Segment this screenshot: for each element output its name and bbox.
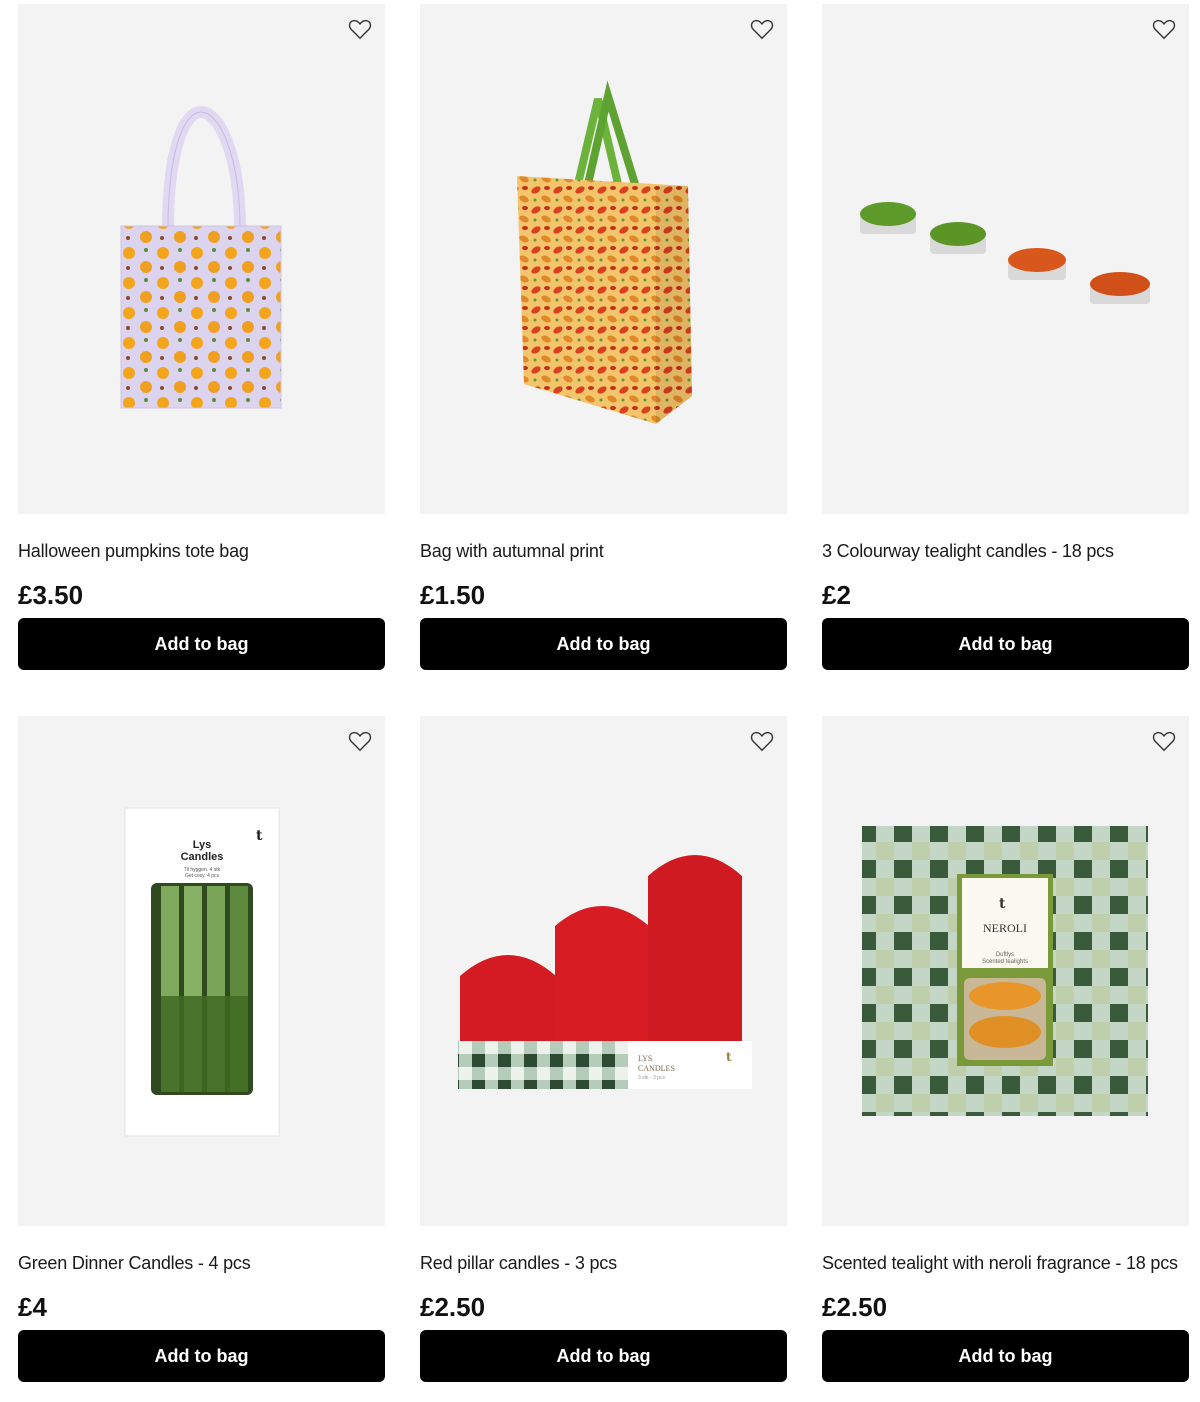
favorite-button[interactable] (1151, 728, 1177, 754)
add-to-bag-button[interactable]: Add to bag (822, 1330, 1189, 1382)
neroli-tealights-image: NEROLI Duftlys Scented tealights t (862, 826, 1148, 1116)
favorite-button[interactable] (749, 16, 775, 42)
add-to-bag-button[interactable]: Add to bag (18, 618, 385, 670)
product-card[interactable]: 3 Colourway tealight candles - 18 pcs £2… (822, 4, 1189, 670)
gift-bag-image (517, 80, 692, 424)
packaging-label: NEROLI (983, 921, 1027, 935)
product-price: £1.50 (420, 580, 486, 610)
product-title[interactable]: Red pillar candles - 3 pcs (420, 1252, 787, 1274)
heart-icon (1152, 731, 1176, 752)
product-card[interactable]: Bag with autumnal print £1.50 Add to bag (420, 4, 787, 670)
product-price: £4 (18, 1292, 47, 1322)
tealights-image (860, 202, 1150, 304)
product-card[interactable]: Halloween pumpkins tote bag £3.50 Add to… (18, 4, 385, 670)
add-to-bag-button[interactable]: Add to bag (822, 618, 1189, 670)
svg-text:t: t (726, 1050, 732, 1064)
heart-icon (1152, 19, 1176, 40)
svg-text:t: t (999, 896, 1006, 912)
product-image[interactable]: LYS CANDLES 3 stk - 3 pcs t (420, 716, 787, 1226)
product-image[interactable]: NEROLI Duftlys Scented tealights t (822, 716, 1189, 1226)
packaging-label: Get cosy. 4 pcs (185, 873, 220, 879)
tote-bag-image (120, 105, 282, 409)
product-image[interactable] (822, 4, 1189, 514)
packaging-label: Scented tealights (982, 959, 1028, 965)
product-grid: Halloween pumpkins tote bag £3.50 Add to… (18, 4, 1189, 1382)
product-image[interactable] (18, 4, 385, 514)
heart-icon (348, 731, 372, 752)
heart-icon (750, 19, 774, 40)
favorite-button[interactable] (1151, 16, 1177, 42)
product-card[interactable]: NEROLI Duftlys Scented tealights t Scent… (822, 716, 1189, 1382)
dinner-candles-image: Lys Candles Til hyggen. 4 stk Get cosy. … (124, 807, 280, 1137)
packaging-label: CANDLES (638, 1064, 675, 1073)
packaging-label: Lys (193, 839, 212, 851)
product-title[interactable]: 3 Colourway tealight candles - 18 pcs (822, 540, 1189, 562)
product-price: £2 (822, 580, 851, 610)
favorite-button[interactable] (347, 728, 373, 754)
favorite-button[interactable] (749, 728, 775, 754)
add-to-bag-button[interactable]: Add to bag (420, 1330, 787, 1382)
product-price: £3.50 (18, 580, 84, 610)
product-title[interactable]: Bag with autumnal print (420, 540, 787, 562)
heart-icon (348, 19, 372, 40)
favorite-button[interactable] (347, 16, 373, 42)
packaging-label: 3 stk - 3 pcs (638, 1075, 665, 1081)
pillar-candles-image: LYS CANDLES 3 stk - 3 pcs t (458, 855, 752, 1089)
product-price: £2.50 (822, 1292, 888, 1322)
packaging-label: Candles (181, 851, 224, 863)
svg-text:t: t (256, 828, 263, 844)
add-to-bag-button[interactable]: Add to bag (18, 1330, 385, 1382)
product-card[interactable]: LYS CANDLES 3 stk - 3 pcs t Red pillar c… (420, 716, 787, 1382)
product-image[interactable]: Lys Candles Til hyggen. 4 stk Get cosy. … (18, 716, 385, 1226)
product-image[interactable] (420, 4, 787, 514)
product-price: £2.50 (420, 1292, 486, 1322)
product-card[interactable]: Lys Candles Til hyggen. 4 stk Get cosy. … (18, 716, 385, 1382)
heart-icon (750, 731, 774, 752)
packaging-label: Duftlys (996, 952, 1014, 958)
product-title[interactable]: Scented tealight with neroli fragrance -… (822, 1252, 1189, 1274)
packaging-label: LYS (638, 1054, 652, 1063)
product-title[interactable]: Green Dinner Candles - 4 pcs (18, 1252, 385, 1274)
product-title[interactable]: Halloween pumpkins tote bag (18, 540, 385, 562)
add-to-bag-button[interactable]: Add to bag (420, 618, 787, 670)
